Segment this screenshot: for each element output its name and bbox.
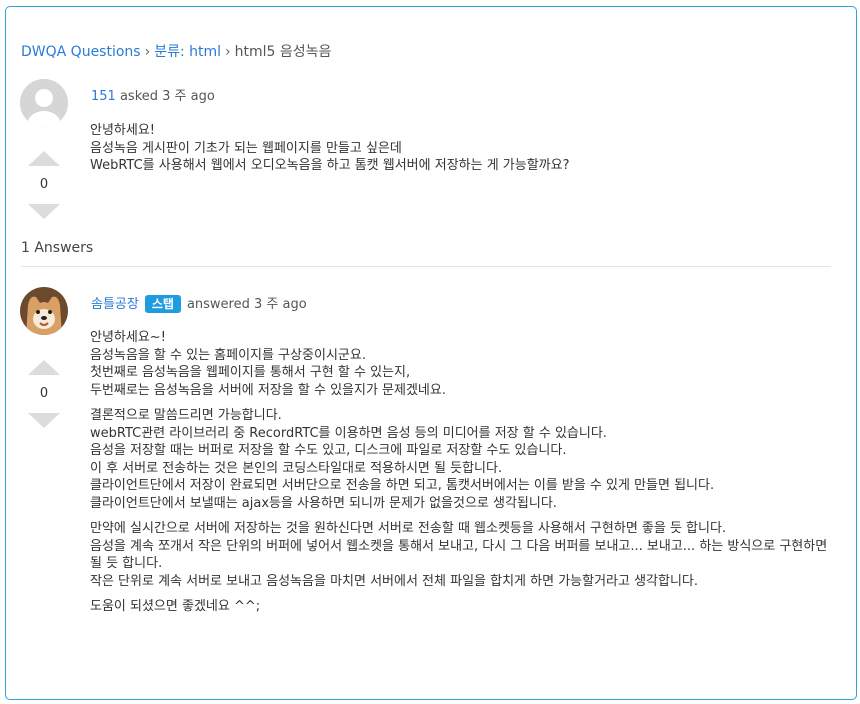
answer-line: 결론적으로 말씀드리면 가능합니다. <box>90 408 282 423</box>
answer-line: 음성을 저장할 때는 버퍼로 저장을 할 수도 있고, 디스크에 파일로 저장할… <box>90 443 567 458</box>
question-asked-time: asked 3 주 ago <box>119 89 215 104</box>
answer-paragraph: 안녕하세요~! 음성녹음을 할 수 있는 홈페이지를 구상중이시군요. 첫번째로… <box>90 329 835 399</box>
answer-vote-count: 0 <box>39 386 49 401</box>
answer-line: 이 후 서버로 전송하는 것은 본인의 코딩스타일대로 적용하시면 될 듯합니다… <box>90 460 503 476</box>
answer-line: 만약에 실시간으로 서버에 저장하는 것을 원하신다면 서버로 전송할 때 웹소… <box>90 521 727 536</box>
answer-line: 음성녹음을 할 수 있는 홈페이지를 구상중이시군요. <box>90 347 366 363</box>
answer-meta: 솜틀공장 스탭 answered 3 주 ago <box>91 293 307 313</box>
question-author-avatar[interactable] <box>20 79 68 127</box>
answers-count: 1 Answers <box>21 240 94 256</box>
dog-avatar-icon <box>20 287 68 335</box>
breadcrumb-root-link[interactable]: DWQA Questions <box>21 44 141 60</box>
vote-up-icon[interactable] <box>28 151 60 166</box>
vote-down-icon[interactable] <box>28 413 60 428</box>
answer-author-avatar[interactable] <box>20 287 68 335</box>
breadcrumb-separator: › <box>225 44 231 60</box>
question-author-link[interactable]: 151 <box>91 89 116 104</box>
answer-line: 첫번째로 음성녹음을 웹페이지를 통해서 구현 할 수 있는지, <box>90 365 411 380</box>
question-vote-count: 0 <box>39 177 49 192</box>
answer-line: 클라이언트단에서 저장이 완료되면 서버단으로 전송을 하면 되고, 톰캣서버에… <box>90 478 715 493</box>
breadcrumb-current: html5 음성녹음 <box>234 44 332 60</box>
answer-author-link[interactable]: 솜틀공장 <box>91 297 139 312</box>
question-vote-box: 0 <box>27 151 61 219</box>
answer-line: 음성을 계속 쪼개서 작은 단위의 버퍼에 넣어서 웹소켓을 통해서 보내고, … <box>90 538 828 572</box>
answer-line: 도움이 되셨으면 좋겠네요 ^^; <box>90 599 261 614</box>
breadcrumb-category-link[interactable]: 분류: html <box>154 44 221 60</box>
default-avatar-icon <box>20 79 68 127</box>
answer-paragraph: 결론적으로 말씀드리면 가능합니다. webRTC관련 라이브러리 중 Reco… <box>90 407 835 512</box>
question-line: 안녕하세요! <box>90 123 156 138</box>
answer-line: 작은 단위로 계속 서버로 보내고 음성녹음을 마치면 서버에서 전체 파일을 … <box>90 573 699 589</box>
answer-time: answered 3 주 ago <box>186 297 307 312</box>
question-line: WebRTC를 사용해서 웹에서 오디오녹음을 하고 톰캣 웹서버에 저장하는 … <box>90 158 570 173</box>
staff-badge: 스탭 <box>144 295 181 313</box>
answer-paragraph: 만약에 실시간으로 서버에 저장하는 것을 원하신다면 서버로 전송할 때 웹소… <box>90 520 835 590</box>
answer-body: 안녕하세요~! 음성녹음을 할 수 있는 홈페이지를 구상중이시군요. 첫번째로… <box>90 329 835 624</box>
answer-line: 두번째로는 음성녹음을 서버에 저장을 할 수 있을지가 문제겠네요. <box>90 382 446 398</box>
answer-line: webRTC관련 라이브러리 중 RecordRTC를 이용하면 음성 등의 미… <box>90 425 607 441</box>
answer-line: 클라이언트단에서 보낼때는 ajax등을 사용하면 되니까 문제가 없을것으로 … <box>90 495 557 511</box>
answer-paragraph: 도움이 되셨으면 좋겠네요 ^^; <box>90 598 835 616</box>
answer-line: 안녕하세요~! <box>90 330 166 345</box>
question-line: 음성녹음 게시판이 기초가 되는 웹페이지를 만들고 싶은데 <box>90 140 402 156</box>
vote-down-icon[interactable] <box>28 204 60 219</box>
answer-vote-box: 0 <box>27 360 61 428</box>
question-body: 안녕하세요! 음성녹음 게시판이 기초가 되는 웹페이지를 만들고 싶은데 We… <box>90 122 835 183</box>
breadcrumb: DWQA Questions › 분류: html › html5 음성녹음 <box>21 41 331 61</box>
breadcrumb-separator: › <box>144 44 151 60</box>
divider <box>21 266 831 267</box>
question-meta: 151 asked 3 주 ago <box>91 85 215 104</box>
vote-up-icon[interactable] <box>28 360 60 375</box>
